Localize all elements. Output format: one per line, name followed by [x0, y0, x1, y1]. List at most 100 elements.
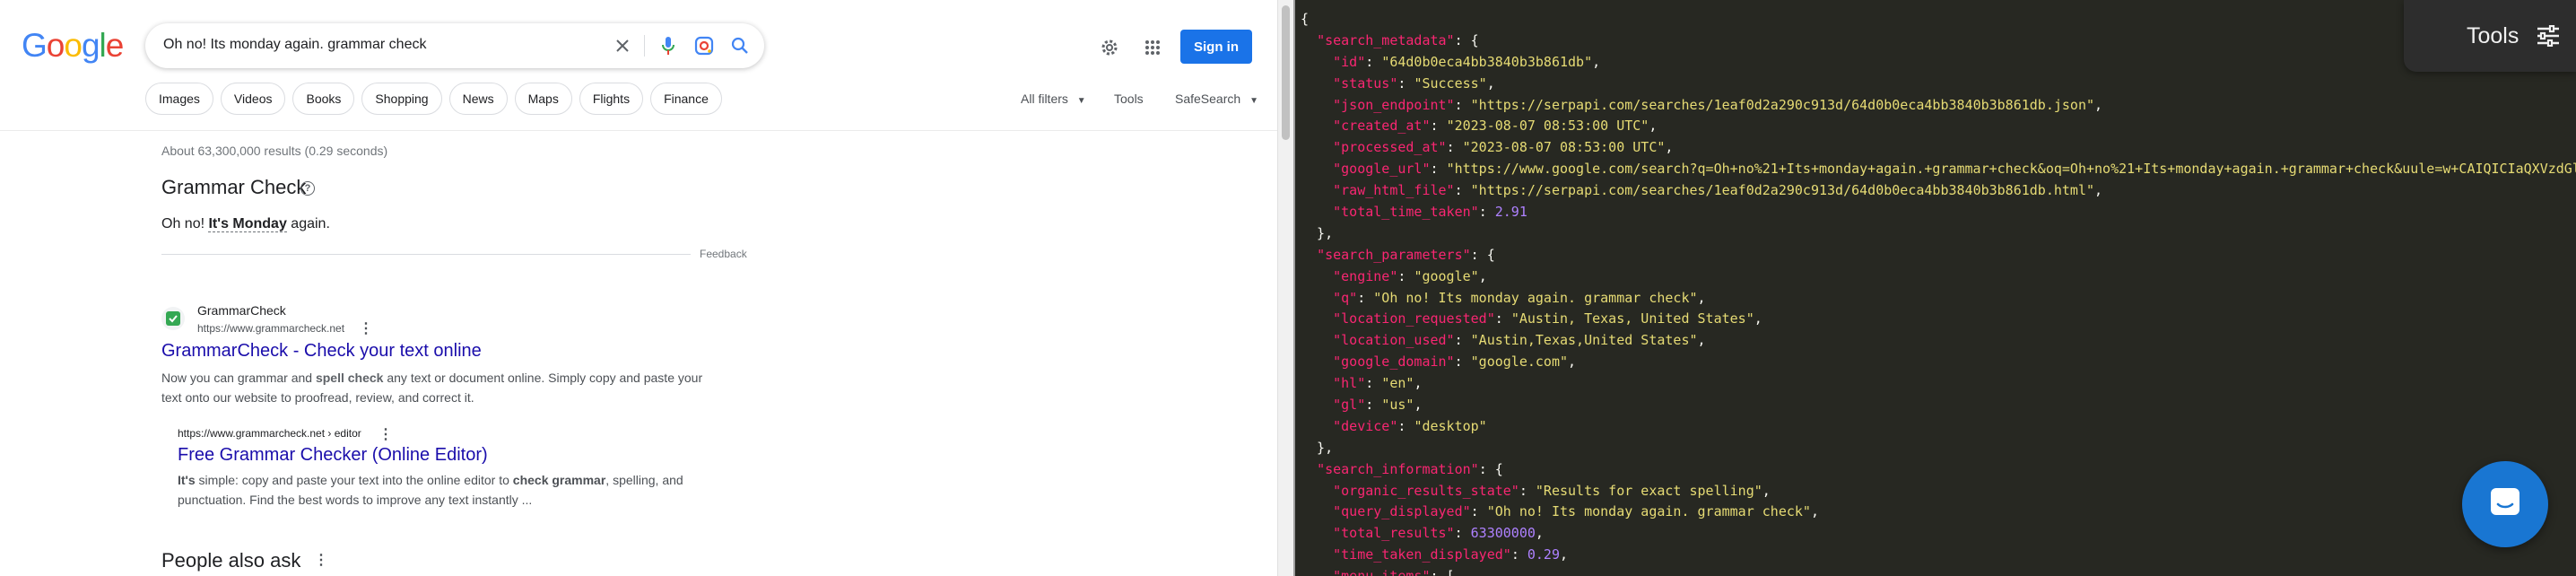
json-line: "engine": "google",: [1301, 266, 2576, 288]
gear-icon[interactable]: [1096, 34, 1123, 61]
tools-panel-label: Tools: [2467, 23, 2519, 48]
mic-icon[interactable]: [657, 34, 680, 57]
search-box[interactable]: Oh no! Its monday again. grammar check: [145, 23, 764, 68]
tools-panel-button[interactable]: Tools: [2404, 0, 2576, 72]
json-line: "menu_items": [: [1301, 566, 2576, 576]
chip-videos[interactable]: Videos: [220, 83, 286, 115]
json-punct: :: [1454, 182, 1471, 199]
chip-maps[interactable]: Maps: [514, 83, 572, 115]
chip-images[interactable]: Images: [145, 83, 213, 115]
json-punct: [1301, 268, 1333, 284]
search-filter-chips: Images Videos Books Shopping News Maps F…: [145, 83, 722, 115]
search-input[interactable]: Oh no! Its monday again. grammar check: [163, 37, 426, 53]
json-line: },: [1301, 223, 2576, 245]
result-site-name[interactable]: GrammarCheck: [197, 303, 286, 318]
close-icon[interactable]: [612, 35, 633, 57]
scrollbar-thumb[interactable]: [1282, 5, 1290, 140]
json-punct: :: [1494, 310, 1511, 327]
snippet-bold: spell check: [315, 371, 384, 385]
chat-icon: [2487, 484, 2523, 525]
chat-launcher-button[interactable]: [2462, 461, 2548, 547]
google-logo[interactable]: Google: [22, 27, 124, 65]
json-key: "engine": [1333, 267, 1398, 284]
json-key: "raw_html_file": [1333, 182, 1455, 199]
json-punct: :: [1365, 53, 1382, 70]
json-punct: },: [1301, 439, 1334, 456]
json-punct: :: [1454, 525, 1471, 542]
divider: [644, 35, 645, 57]
json-punct: ,: [1486, 74, 1495, 92]
json-punct: :: [1430, 161, 1447, 178]
sentence-start: Oh no!: [161, 216, 209, 231]
json-punct: [1301, 247, 1317, 263]
json-punct: ,: [1478, 267, 1487, 284]
json-key: "created_at": [1333, 118, 1431, 135]
chip-flights[interactable]: Flights: [579, 83, 644, 115]
json-punct: ,: [1560, 546, 1569, 563]
json-line: "json_endpoint": "https://serpapi.com/se…: [1301, 95, 2576, 117]
all-filters-button[interactable]: All filters ▼: [1021, 92, 1086, 106]
json-punct: ,: [2094, 182, 2103, 199]
sublink-snippet: It's simple: copy and paste your text in…: [178, 470, 707, 510]
json-punct: [1301, 139, 1333, 155]
json-line: {: [1301, 9, 2576, 31]
json-key: "location_requested": [1333, 310, 1495, 327]
json-punct: : [: [1431, 568, 1455, 576]
json-punct: : {: [1454, 31, 1479, 48]
json-punct: :: [1454, 332, 1471, 349]
json-punct: :: [1454, 353, 1471, 371]
safesearch-label: SafeSearch: [1175, 92, 1241, 106]
json-string: "2023-08-07 08:53:00 UTC": [1446, 118, 1649, 135]
json-punct: :: [1397, 417, 1414, 434]
json-punct: ,: [1810, 503, 1819, 520]
json-punct: ,: [1697, 332, 1706, 349]
json-key: "json_endpoint": [1333, 96, 1455, 113]
json-punct: [1301, 332, 1333, 348]
more-options-icon[interactable]: ⋮: [314, 551, 328, 569]
json-line: "query_displayed": "Oh no! Its monday ag…: [1301, 502, 2576, 523]
json-number: 2.91: [1494, 204, 1527, 221]
result-url[interactable]: https://www.grammarcheck.net: [197, 322, 344, 335]
more-options-icon[interactable]: ⋮: [379, 425, 393, 443]
people-also-ask-heading: People also ask: [161, 549, 301, 572]
safesearch-button[interactable]: SafeSearch ▼: [1175, 92, 1258, 106]
search-icon[interactable]: [728, 34, 752, 57]
json-string: "Results for exact spelling": [1535, 482, 1762, 499]
sublink-title-link[interactable]: Free Grammar Checker (Online Editor): [178, 445, 488, 466]
chip-finance[interactable]: Finance: [650, 83, 722, 115]
json-string: "Oh no! Its monday again. grammar check": [1373, 289, 1698, 306]
json-key: "query_displayed": [1333, 503, 1471, 520]
json-number: 0.29: [1527, 546, 1560, 563]
header-divider: [0, 130, 1277, 131]
json-punct: [1301, 204, 1333, 220]
sentence-correction[interactable]: It's Monday: [208, 216, 287, 232]
json-punct: : {: [1478, 460, 1503, 477]
grammar-check-sentence: Oh no! It's Monday again.: [161, 216, 330, 232]
sliders-icon[interactable]: [2537, 24, 2560, 51]
tools-button[interactable]: Tools: [1114, 92, 1144, 106]
vertical-scrollbar[interactable]: [1277, 0, 1293, 576]
json-key: "search_parameters": [1317, 246, 1471, 263]
json-punct: },: [1301, 224, 1334, 241]
more-options-icon[interactable]: ⋮: [359, 319, 373, 337]
sublink-url[interactable]: https://www.grammarcheck.net › editor: [178, 427, 361, 440]
chip-books[interactable]: Books: [292, 83, 355, 115]
sign-in-button[interactable]: Sign in: [1180, 30, 1252, 64]
json-key: "google_domain": [1333, 353, 1455, 371]
feedback-link[interactable]: Feedback: [700, 248, 747, 260]
result-title-link[interactable]: GrammarCheck - Check your text online: [161, 341, 482, 362]
json-key: "status": [1333, 74, 1398, 92]
json-punct: ,: [1665, 139, 1674, 156]
json-punct: [1301, 353, 1333, 370]
json-line: "created_at": "2023-08-07 08:53:00 UTC",: [1301, 116, 2576, 137]
help-icon[interactable]: ?: [300, 181, 315, 196]
json-punct: [1301, 503, 1333, 519]
lens-icon[interactable]: [692, 34, 716, 57]
chip-shopping[interactable]: Shopping: [361, 83, 442, 115]
sentence-end: again.: [286, 216, 330, 231]
json-key: "total_results": [1333, 525, 1455, 542]
json-number: 63300000: [1470, 525, 1536, 542]
json-key: "search_information": [1317, 460, 1479, 477]
apps-grid-icon[interactable]: [1139, 34, 1166, 61]
chip-news[interactable]: News: [448, 83, 508, 115]
